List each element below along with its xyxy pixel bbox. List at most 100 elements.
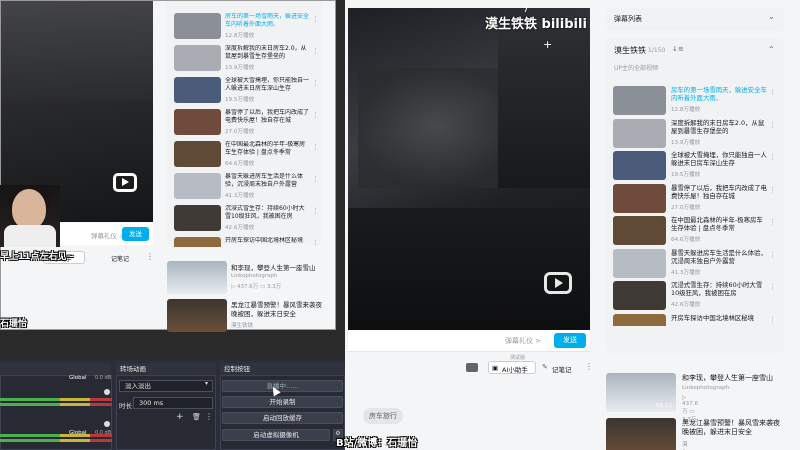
video-title[interactable]: 暴雪天躲进房车生活是什么体验，沉浸周末独自户外露营: [225, 173, 309, 189]
playlist-item[interactable]: 房车的第一场雪雨天，躲进安全车内听着外面大雨、 12.8万播放 ⋮: [174, 13, 322, 47]
playlist-item[interactable]: 深度拆解我的末日房车2.0，从鼠屋到暴雪生存堡垒的 13.9万播放 ⋮: [174, 45, 322, 79]
more-icon[interactable]: ⋮: [769, 153, 776, 161]
video-title[interactable]: 深度拆解我的末日房车2.0，从鼠屋到暴雪生存堡垒的: [671, 119, 767, 135]
more-icon[interactable]: ⋮: [312, 47, 319, 55]
video-thumbnail[interactable]: [174, 13, 221, 39]
more-icon[interactable]: ⋮: [312, 175, 319, 183]
more-icon[interactable]: ⋮: [769, 186, 776, 194]
video-title[interactable]: 全球被大雪掩埋，你只能独自一人躲进末日房车深山生存: [671, 151, 767, 167]
more-icon[interactable]: ⋮: [769, 316, 776, 324]
more-icon[interactable]: ⋮: [769, 218, 776, 226]
video-title[interactable]: 沉浸式雪生存：持续60小时大雪10级狂风，我被困在房: [225, 205, 309, 221]
uploader-name[interactable]: Linkophotograph: [231, 273, 277, 279]
video-title[interactable]: 暴雪停了以后，我把车内改成了电费快乐屋！独自存在城: [671, 184, 767, 200]
uploader-name[interactable]: Linkophotograph: [682, 385, 729, 391]
tag-chip[interactable]: 房车旅行: [363, 408, 403, 424]
playlist-item[interactable]: 暴雪天躲进房车生活是什么体验，沉浸周末独自户外露营 41.3万播放 ⋮: [613, 248, 783, 283]
trash-icon[interactable]: 🗑: [192, 413, 201, 421]
sort-icon[interactable]: ↓≡: [672, 45, 684, 53]
video-thumbnail[interactable]: [174, 205, 221, 231]
more-icon[interactable]: ⋮: [769, 251, 776, 259]
more-icon[interactable]: ⋮: [585, 362, 593, 371]
volume-slider-handle[interactable]: [104, 389, 110, 395]
take-notes-button[interactable]: 记笔记: [111, 254, 129, 263]
video-thumbnail[interactable]: [613, 151, 666, 180]
video-thumbnail[interactable]: [613, 86, 666, 115]
video-thumbnail[interactable]: [174, 45, 221, 71]
video-icon[interactable]: [466, 363, 478, 372]
more-icon[interactable]: ⋮: [769, 283, 776, 291]
playlist-item[interactable]: 在中国最北森林的半年-极寒房车生存体验 | 盘点冬季常 64.6万播放 ⋮: [174, 141, 322, 175]
volume-slider-handle[interactable]: [104, 421, 110, 427]
video-thumbnail[interactable]: [174, 237, 221, 247]
playlist-item[interactable]: 开房车探访中国北境林区秘境 ⋮: [613, 313, 783, 326]
recommend-thumbnail[interactable]: [606, 418, 676, 450]
recommend-title[interactable]: 和李现，攀登人生第一座雪山: [231, 262, 323, 272]
start-virtual-camera-button[interactable]: 启动虚拟摄像机: [222, 429, 330, 441]
video-thumbnail[interactable]: [613, 118, 666, 148]
recommend-thumbnail[interactable]: [167, 261, 227, 294]
add-transition-icon[interactable]: +: [176, 412, 184, 422]
video-title[interactable]: 全球被大雪掩埋，你只能独自一人躲进末日房车深山生存: [225, 77, 309, 93]
video-title[interactable]: 暴雪停了以后，我把车内改成了电费快乐屋！独自存在城: [225, 109, 309, 125]
playlist-item[interactable]: 全球被大雪掩埋，你只能独自一人躲进末日房车深山生存 19.5万播放 ⋮: [174, 77, 322, 111]
recommend-thumbnail[interactable]: [167, 299, 227, 332]
video-thumbnail[interactable]: [613, 183, 666, 213]
playlist-item[interactable]: 沉浸式雪生存：持续60小时大雪10级狂风，我被困在房 42.6万播放 ⋮: [174, 205, 322, 239]
more-icon[interactable]: ⋮: [769, 121, 776, 129]
more-icon[interactable]: ⋮: [205, 412, 213, 421]
more-icon[interactable]: ⋮: [312, 207, 319, 215]
playlist-item[interactable]: 全球被大雪掩埋，你只能独自一人躲进末日房车深山生存 19.5万播放 ⋮: [613, 151, 783, 185]
video-thumbnail[interactable]: [174, 141, 221, 167]
playlist-item[interactable]: 沉浸式雪生存：持续60小时大雪10级狂风，我被困在房 42.6万播放 ⋮: [613, 281, 783, 315]
send-danmaku-button[interactable]: 发送: [122, 227, 149, 241]
video-title[interactable]: 在中国最北森林的半年-极寒房车生存体验 | 盘点冬季常: [225, 141, 309, 157]
chevron-up-icon[interactable]: ⌃: [768, 45, 775, 54]
uploader-name[interactable]: 漠生铁铁: [231, 321, 253, 329]
recommend-title[interactable]: 黑龙江暴雪预警！暴风雪来袭夜晚被困，躲进末日安全: [682, 419, 782, 437]
more-icon[interactable]: ⋮: [146, 252, 154, 261]
playlist-item[interactable]: 房车的第一场雪雨天，躲进安全车内听着外面大雨、 12.8万播放 ⋮: [613, 86, 783, 120]
video-thumbnail[interactable]: [613, 281, 666, 310]
danmaku-etiquette-link[interactable]: 弹幕礼仪 >: [505, 336, 541, 346]
tv-play-icon[interactable]: [544, 272, 572, 294]
playlist-item[interactable]: 暴雪停了以后，我把车内改成了电费快乐屋！独自存在城 27.0万播放 ⋮: [613, 183, 783, 218]
video-title[interactable]: 开房车探访中国北境林区秘境: [225, 237, 309, 247]
video-thumbnail[interactable]: [613, 313, 666, 326]
send-danmaku-button[interactable]: 发送: [554, 333, 586, 348]
video-title[interactable]: 沉浸式雪生存：持续60小时大雪10级狂风，我被困在房: [671, 281, 767, 297]
playlist-item[interactable]: 暴雪天躲进房车生活是什么体验，沉浸周末独自户外露营 41.3万播放 ⋮: [174, 173, 322, 207]
video-title[interactable]: 深度拆解我的末日房车2.0，从鼠屋到暴雪生存堡垒的: [225, 45, 309, 61]
video-thumbnail[interactable]: [174, 173, 221, 199]
start-recording-button[interactable]: 开始录制: [222, 396, 343, 408]
video-thumbnail[interactable]: [613, 216, 666, 245]
chevron-down-icon[interactable]: ⌄: [768, 12, 775, 21]
playlist-item[interactable]: 在中国最北森林的半年-极寒房车生存体验 | 盘点冬季常 64.6万播放 ⋮: [613, 216, 783, 250]
duration-input[interactable]: 300 ms: [133, 397, 213, 409]
video-title[interactable]: 开房车探访中国北境林区秘境: [671, 314, 767, 326]
more-icon[interactable]: ⋮: [312, 143, 319, 151]
more-icon[interactable]: ⋮: [312, 79, 319, 87]
start-replay-buffer-button[interactable]: 启动回放缓存: [222, 412, 343, 424]
video-title[interactable]: 在中国最北森林的半年-极寒房车生存体验 | 盘点冬季常: [671, 216, 767, 232]
recommend-title[interactable]: 黑龙江暴雪预警！暴风雪来袭夜晚被困，躲进末日安全: [231, 301, 323, 319]
video-title[interactable]: 房车的第一场雪雨天，躲进安全车内听着外面大雨、: [225, 13, 309, 29]
playlist-item[interactable]: 深度拆解我的末日房车2.0，从鼠屋到暴雪生存堡垒的 13.9万播放 ⋮: [613, 118, 783, 153]
video-title[interactable]: 房车的第一场雪雨天，躲进安全车内听着外面大雨、: [671, 86, 767, 102]
streaming-button[interactable]: 直播中......: [222, 380, 343, 392]
danmaku-etiquette-link[interactable]: 弹幕礼仪 >: [91, 230, 125, 240]
video-title[interactable]: 暴雪天躲进房车生活是什么体验，沉浸周末独自户外露营: [671, 249, 767, 265]
uploader-name[interactable]: 漠生铁铁: [682, 440, 688, 450]
tv-play-icon[interactable]: [113, 173, 137, 192]
take-notes-button[interactable]: 记笔记: [552, 364, 572, 374]
more-icon[interactable]: ⋮: [312, 239, 319, 247]
video-thumbnail[interactable]: [174, 77, 221, 103]
recommend-title[interactable]: 和李现，攀登人生第一座雪山: [682, 374, 782, 383]
more-icon[interactable]: ⋮: [312, 111, 319, 119]
transition-select[interactable]: 淡入淡出: [119, 380, 213, 392]
playlist-item[interactable]: 开房车探访中国北境林区秘境 ⋮: [174, 237, 322, 247]
video-thumbnail[interactable]: [174, 109, 221, 135]
playlist-item[interactable]: 暴雪停了以后，我把车内改成了电费快乐屋！独自存在城 27.0万播放 ⋮: [174, 109, 322, 143]
more-icon[interactable]: ⋮: [769, 88, 776, 96]
more-icon[interactable]: ⋮: [312, 15, 319, 23]
